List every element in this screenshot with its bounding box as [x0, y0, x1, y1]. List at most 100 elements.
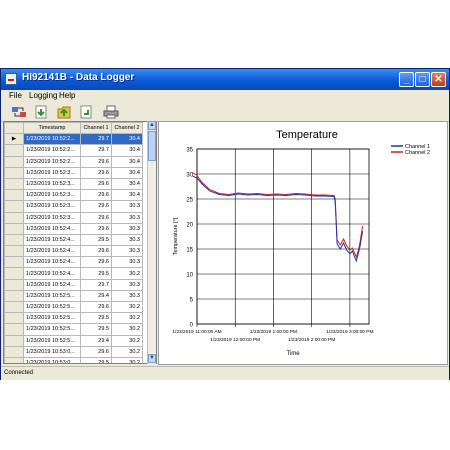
channel-2-cell[interactable]: 30.2 [111, 334, 143, 347]
channel-1-cell[interactable]: 29.5 [80, 312, 112, 325]
row-indicator[interactable] [4, 278, 24, 291]
row-indicator[interactable] [4, 312, 24, 325]
timestamp-cell[interactable]: 1/23/2019 10:52:4... [23, 233, 81, 247]
table-row[interactable]: 1/23/2019 10:53:0... 29.6 30.2 [4, 345, 143, 358]
row-indicator[interactable] [4, 323, 24, 336]
table-row[interactable]: 1/23/2019 10:52:2... 29.6 30.4 [4, 155, 143, 168]
channel-2-cell[interactable]: 30.2 [111, 356, 143, 363]
table-row[interactable]: 1/23/2019 10:52:5... 29.6 30.2 [4, 300, 143, 314]
channel-1-cell[interactable]: 29.6 [80, 166, 112, 179]
timestamp-cell[interactable]: 1/23/2019 10:52:2... [23, 144, 81, 157]
channel-1-cell[interactable]: 29.6 [80, 245, 112, 258]
timestamp-cell[interactable]: 1/23/2019 10:52:4... [23, 278, 81, 291]
table-row[interactable]: 1/23/2019 10:52:4... 29.7 30.3 [4, 278, 143, 291]
row-indicator[interactable] [4, 200, 24, 213]
row-indicator[interactable] [4, 356, 24, 363]
table-row[interactable]: 1/23/2019 10:52:4... 29.6 30.3 [4, 245, 143, 258]
timestamp-cell[interactable]: 1/23/2019 10:52:3... [23, 189, 81, 202]
table-row[interactable]: 1/23/2019 10:52:4... 29.6 30.3 [4, 256, 143, 269]
channel-1-cell[interactable]: 29.5 [80, 356, 112, 363]
timestamp-cell[interactable]: 1/23/2019 10:52:4... [23, 256, 81, 269]
channel-2-cell[interactable]: 30.3 [111, 245, 143, 258]
channel-1-cell[interactable]: 29.7 [80, 278, 112, 291]
channel-1-cell[interactable]: 29.6 [80, 200, 112, 213]
channel-2-cell[interactable]: 30.3 [111, 289, 143, 303]
scroll-thumb[interactable] [148, 131, 156, 161]
channel-1-cell[interactable]: 29.4 [80, 289, 112, 303]
channel-2-cell[interactable]: 30.3 [111, 211, 143, 224]
channel-2-cell[interactable]: 30.2 [111, 312, 143, 325]
timestamp-cell[interactable]: 1/23/2019 10:52:2... [23, 133, 81, 146]
maximize-button[interactable]: □ [415, 72, 430, 87]
row-indicator[interactable] [4, 345, 24, 358]
timestamp-cell[interactable]: 1/23/2019 10:52:5... [23, 312, 81, 325]
channel-1-cell[interactable]: 29.6 [80, 222, 112, 235]
channel-1-cell[interactable]: 29.6 [80, 189, 112, 202]
row-indicator[interactable] [4, 245, 24, 258]
table-row[interactable]: 1/23/2019 10:52:2... 29.7 30.4 [4, 144, 143, 157]
col-header-timestamp[interactable]: Timestamp [23, 122, 81, 135]
minimize-button[interactable]: _ [399, 72, 414, 87]
channel-2-cell[interactable]: 30.4 [111, 144, 143, 157]
download-button[interactable] [34, 105, 50, 119]
menu-logging[interactable]: Logging [29, 91, 57, 100]
timestamp-cell[interactable]: 1/23/2019 10:52:3... [23, 177, 81, 191]
channel-1-cell[interactable]: 29.4 [80, 334, 112, 347]
row-indicator[interactable] [4, 267, 24, 280]
data-grid[interactable]: Timestamp Channel 1 Channel 2 ▶ 1/23/2019… [3, 121, 157, 364]
channel-1-cell[interactable]: 29.6 [80, 345, 112, 358]
row-indicator[interactable] [4, 211, 24, 224]
table-row[interactable]: 1/23/2019 10:52:5... 29.4 30.2 [4, 334, 143, 347]
export-button[interactable] [56, 105, 72, 119]
channel-1-cell[interactable]: 29.7 [80, 133, 112, 146]
channel-2-cell[interactable]: 30.3 [111, 278, 143, 291]
channel-2-cell[interactable]: 30.3 [111, 256, 143, 269]
col-header-channel-2[interactable]: Channel 2 [111, 122, 143, 135]
row-indicator[interactable]: ▶ [4, 133, 24, 146]
table-row[interactable]: 1/23/2019 10:52:4... 29.5 30.3 [4, 233, 143, 247]
channel-2-cell[interactable]: 30.4 [111, 189, 143, 202]
table-row[interactable]: 1/23/2019 10:52:3... 29.6 30.3 [4, 211, 143, 224]
table-row[interactable]: ▶ 1/23/2019 10:52:2... 29.7 30.4 [4, 133, 143, 146]
channel-2-cell[interactable]: 30.4 [111, 177, 143, 191]
timestamp-cell[interactable]: 1/23/2019 10:53:0... [23, 356, 81, 363]
channel-1-cell[interactable]: 29.5 [80, 267, 112, 280]
row-indicator[interactable] [4, 233, 24, 247]
table-row[interactable]: 1/23/2019 10:52:5... 29.5 30.2 [4, 323, 143, 336]
table-row[interactable]: 1/23/2019 10:52:5... 29.4 30.3 [4, 289, 143, 303]
row-indicator[interactable] [4, 155, 24, 168]
channel-2-cell[interactable]: 30.2 [111, 267, 143, 280]
scroll-down-button[interactable]: ▼ [148, 354, 156, 363]
channel-1-cell[interactable]: 29.6 [80, 211, 112, 224]
timestamp-cell[interactable]: 1/23/2019 10:52:5... [23, 323, 81, 336]
title-bar[interactable]: HI92141B - Data Logger _ □ ✕ [1, 69, 449, 90]
channel-2-cell[interactable]: 30.4 [111, 155, 143, 168]
menu-file[interactable]: File [9, 91, 22, 100]
row-indicator[interactable] [4, 300, 24, 314]
table-row[interactable]: 1/23/2019 10:52:3... 29.6 30.3 [4, 200, 143, 213]
channel-1-cell[interactable]: 29.6 [80, 256, 112, 269]
channel-1-cell[interactable]: 29.6 [80, 300, 112, 314]
table-row[interactable]: 1/23/2019 10:52:4... 29.5 30.2 [4, 267, 143, 280]
table-row[interactable]: 1/23/2019 10:52:3... 29.6 30.4 [4, 189, 143, 202]
timestamp-cell[interactable]: 1/23/2019 10:52:4... [23, 222, 81, 235]
row-indicator[interactable] [4, 189, 24, 202]
menu-help[interactable]: Help [59, 91, 75, 100]
table-row[interactable]: 1/23/2019 10:52:5... 29.5 30.2 [4, 312, 143, 325]
timestamp-cell[interactable]: 1/23/2019 10:52:3... [23, 200, 81, 213]
channel-1-cell[interactable]: 29.5 [80, 233, 112, 247]
row-indicator[interactable] [4, 289, 24, 303]
table-row[interactable]: 1/23/2019 10:52:3... 29.6 30.4 [4, 166, 143, 179]
row-indicator[interactable] [4, 144, 24, 157]
save-button[interactable] [79, 105, 95, 119]
channel-2-cell[interactable]: 30.3 [111, 233, 143, 247]
table-row[interactable]: 1/23/2019 10:52:4... 29.6 30.3 [4, 222, 143, 235]
channel-1-cell[interactable]: 29.5 [80, 323, 112, 336]
channel-2-cell[interactable]: 30.2 [111, 323, 143, 336]
row-indicator[interactable] [4, 256, 24, 269]
row-indicator[interactable] [4, 334, 24, 347]
table-row[interactable]: 1/23/2019 10:53:0... 29.5 30.2 [4, 356, 143, 363]
channel-2-cell[interactable]: 30.3 [111, 200, 143, 213]
timestamp-cell[interactable]: 1/23/2019 10:53:0... [23, 345, 81, 358]
table-row[interactable]: 1/23/2019 10:52:3... 29.6 30.4 [4, 177, 143, 191]
